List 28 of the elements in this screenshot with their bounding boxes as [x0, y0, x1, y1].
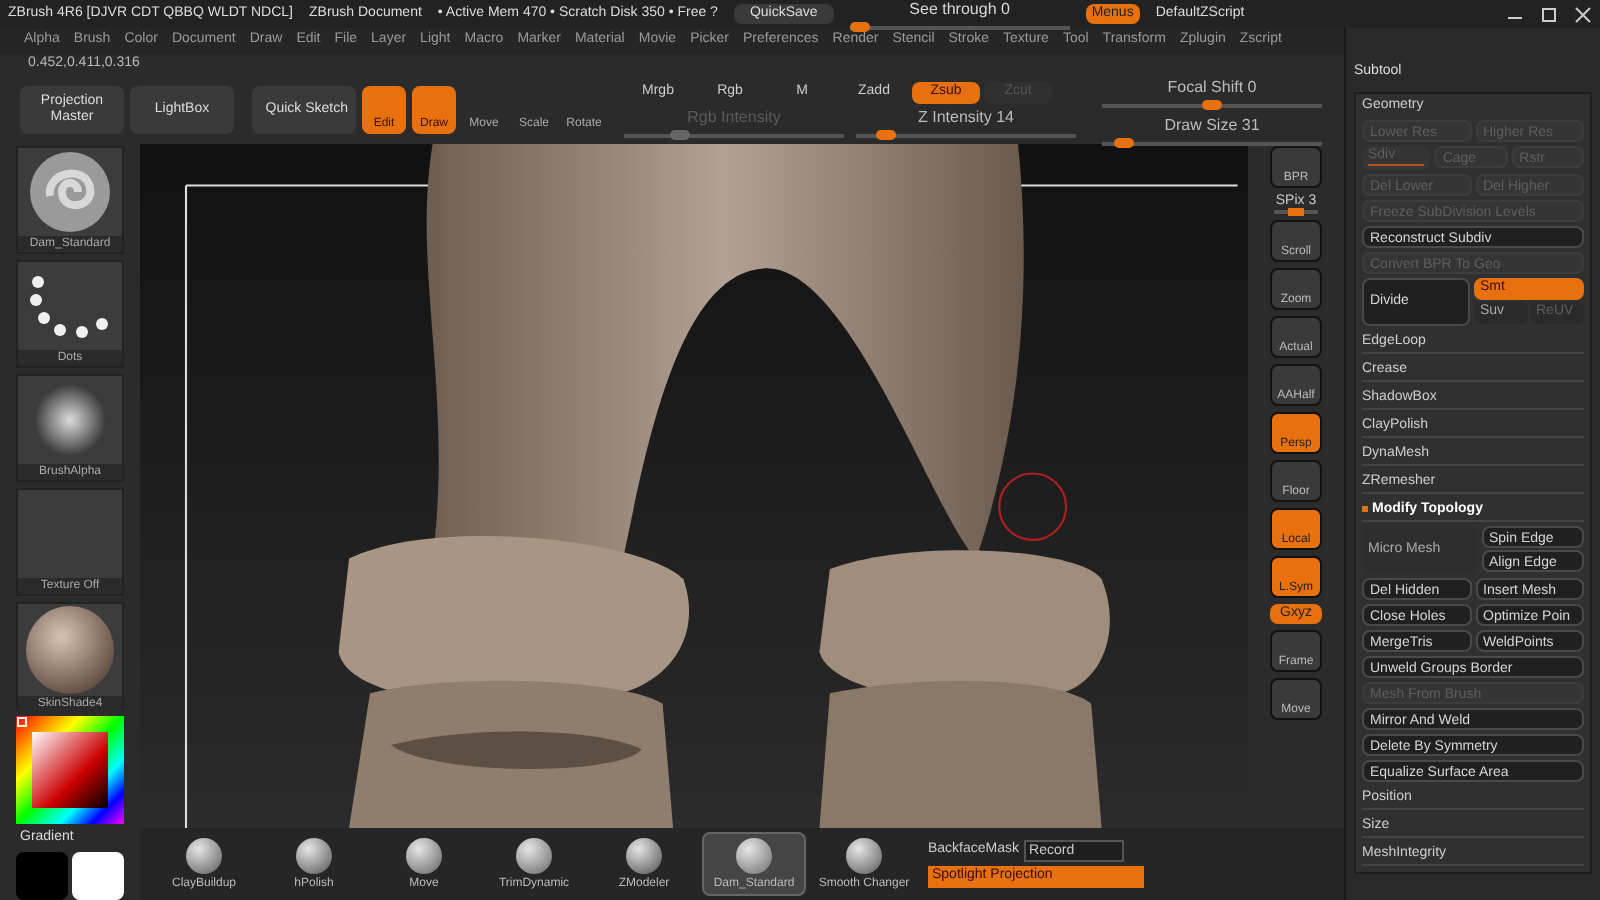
brush-sphere-icon [734, 835, 774, 875]
slider-track[interactable] [856, 133, 1076, 138]
slider-thumb[interactable] [1114, 137, 1134, 147]
slider-thumb[interactable] [876, 129, 897, 140]
brush-sphere-icon [294, 835, 334, 875]
brush-thumbnail-icon [26, 148, 114, 236]
color-picker-icon[interactable] [16, 716, 124, 824]
slider-thumb[interactable] [1202, 99, 1222, 109]
expanded-marker-icon [1362, 506, 1368, 512]
slider-thumb[interactable] [850, 22, 871, 32]
material-sphere-icon [24, 604, 116, 696]
brush-sphere-icon [184, 835, 224, 875]
color-swatch[interactable] [16, 852, 68, 900]
alpha-gradient-icon [30, 380, 110, 460]
slider-label: Draw Size 31 [1164, 113, 1260, 137]
brush-sphere-icon [624, 835, 664, 875]
slider-label: Z Intensity 14 [917, 105, 1015, 130]
brush-sphere-icon [844, 835, 884, 875]
dots-icon [26, 270, 114, 342]
slider-label: See through 0 [909, 0, 1010, 22]
brush-sphere-icon [404, 835, 444, 875]
maximize-icon[interactable] [1540, 5, 1558, 23]
spix-thumb[interactable] [1288, 208, 1304, 216]
slider-label: Focal Shift 0 [1167, 75, 1257, 99]
close-icon[interactable] [1574, 5, 1592, 23]
slider-track[interactable] [624, 133, 844, 138]
color-swatch[interactable] [72, 852, 124, 900]
brush-sphere-icon [514, 835, 554, 875]
